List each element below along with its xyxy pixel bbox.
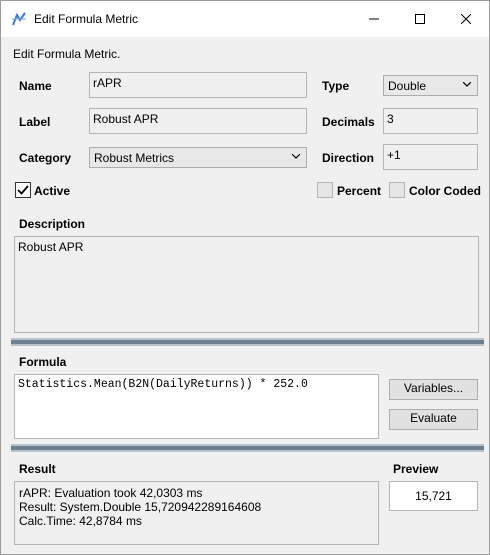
color-coded-label: Color Coded — [409, 184, 481, 198]
description-label: Description — [19, 217, 86, 231]
result-line: Result: System.Double 15,720942289164608 — [19, 500, 262, 514]
splitter-handle[interactable] — [11, 444, 484, 452]
color-coded-checkbox[interactable] — [389, 182, 405, 198]
result-line: Calc.Time: 42,8784 ms — [19, 514, 142, 528]
active-checkbox[interactable] — [15, 182, 31, 198]
preview-value: 15,721 — [389, 481, 478, 511]
result-label: Result — [19, 462, 56, 476]
variables-button[interactable]: Variables... — [389, 379, 478, 400]
category-label: Category — [19, 151, 72, 165]
type-dropdown[interactable]: Double — [383, 75, 478, 96]
evaluate-button[interactable]: Evaluate — [389, 409, 478, 430]
title-bar: Edit Formula Metric — [1, 1, 489, 37]
label-label: Label — [19, 115, 51, 129]
chevron-down-icon — [292, 154, 300, 159]
window-title: Edit Formula Metric — [34, 12, 139, 26]
category-dropdown[interactable]: Robust Metrics — [89, 147, 307, 168]
splitter-handle[interactable] — [11, 338, 484, 346]
type-selected-value: Double — [388, 79, 427, 93]
direction-field[interactable]: +1 — [383, 144, 478, 170]
category-selected-value: Robust Metrics — [94, 151, 175, 165]
percent-label: Percent — [337, 184, 382, 198]
minimize-button[interactable] — [351, 1, 397, 37]
formula-label: Formula — [19, 355, 67, 369]
close-button[interactable] — [443, 1, 489, 37]
percent-checkbox[interactable] — [317, 182, 333, 198]
edit-formula-metric-window: Edit Formula Metric Edit Formula Metric.… — [0, 0, 490, 555]
result-output: rAPR: Evaluation took 42,0303 ms Result:… — [14, 481, 379, 545]
chevron-down-icon — [463, 82, 471, 87]
preview-label: Preview — [393, 462, 439, 476]
active-label: Active — [34, 184, 71, 198]
app-icon — [11, 11, 27, 27]
decimals-field[interactable]: 3 — [383, 108, 478, 134]
checkmark-icon — [17, 185, 29, 195]
name-label: Name — [19, 79, 52, 93]
name-field[interactable]: rAPR — [89, 72, 307, 98]
direction-label: Direction — [322, 151, 375, 165]
type-label: Type — [322, 79, 350, 93]
decimals-label: Decimals — [322, 115, 375, 129]
dialog-subtitle: Edit Formula Metric. — [13, 47, 121, 61]
result-line: rAPR: Evaluation took 42,0303 ms — [19, 486, 203, 500]
label-field[interactable]: Robust APR — [89, 108, 307, 134]
description-textarea[interactable]: Robust APR — [14, 236, 479, 333]
formula-editor[interactable]: Statistics.Mean(B2N(DailyReturns)) * 252… — [14, 374, 379, 439]
maximize-button[interactable] — [397, 1, 443, 37]
